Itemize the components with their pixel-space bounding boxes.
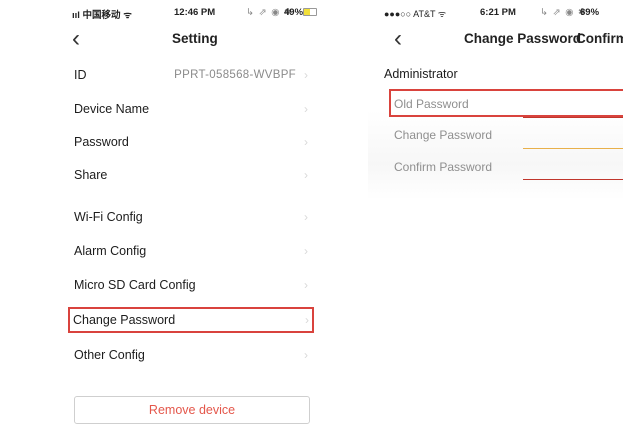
row-label: Device Name bbox=[74, 102, 150, 116]
back-chevron-icon[interactable]: ‹ bbox=[72, 25, 80, 53]
confirm-password-input[interactable] bbox=[523, 179, 623, 180]
row-label: ID bbox=[74, 68, 87, 82]
row-label: Password bbox=[74, 135, 129, 149]
settings-row-wifi-config[interactable]: Wi-Fi Config › bbox=[68, 204, 314, 232]
status-bar: ııl 中国移动 ᯤ 12:46 PM ↳ ⇗ ◉ ✱ 49% bbox=[0, 7, 330, 21]
device-id-value: PPRT-058568-WVBPF bbox=[174, 69, 296, 81]
battery-percent: 49% bbox=[284, 7, 304, 18]
old-password-label: Old Password bbox=[394, 97, 469, 111]
chevron-right-icon: › bbox=[304, 210, 308, 224]
settings-row-device-name[interactable]: Device Name › bbox=[68, 96, 314, 124]
chevron-right-icon: › bbox=[304, 168, 308, 182]
status-bar: ●●●○○ AT&T ᯤ 6:21 PM ↳ ⇗ ◉ ✱ 69% bbox=[368, 7, 623, 21]
row-label: Change Password bbox=[73, 313, 176, 327]
chevron-right-icon: › bbox=[304, 348, 308, 362]
carrier-label: ●●●○○ AT&T ᯤ bbox=[384, 9, 447, 19]
chevron-right-icon: › bbox=[305, 313, 309, 327]
change-password-input[interactable] bbox=[523, 148, 623, 149]
status-time: 6:21 PM bbox=[480, 7, 516, 18]
nav-bar: ‹ Change Password Confirm bbox=[368, 25, 623, 55]
chevron-right-icon: › bbox=[304, 244, 308, 258]
chevron-right-icon: › bbox=[304, 68, 308, 82]
old-password-input[interactable] bbox=[523, 117, 623, 118]
settings-row-password[interactable]: Password › bbox=[68, 129, 314, 157]
back-chevron-icon[interactable]: ‹ bbox=[394, 25, 402, 53]
row-label: Other Config bbox=[74, 348, 145, 362]
battery-percent: 69% bbox=[580, 7, 600, 18]
settings-screen: ııl 中国移动 ᯤ 12:46 PM ↳ ⇗ ◉ ✱ 49% ‹ Settin… bbox=[0, 0, 330, 445]
remove-device-button[interactable]: Remove device bbox=[74, 396, 310, 424]
nav-bar: ‹ Setting bbox=[0, 25, 330, 55]
settings-row-other-config[interactable]: Other Config › bbox=[68, 342, 314, 370]
settings-row-id[interactable]: ID PPRT-058568-WVBPF › bbox=[68, 62, 314, 90]
carrier-label: ııl 中国移动 ᯤ bbox=[72, 10, 132, 21]
chevron-right-icon: › bbox=[304, 278, 308, 292]
confirm-button[interactable]: Confirm bbox=[576, 31, 623, 46]
row-label: Share bbox=[74, 168, 108, 182]
row-label: Wi-Fi Config bbox=[74, 210, 143, 224]
change-password-screen: ●●●○○ AT&T ᯤ 6:21 PM ↳ ⇗ ◉ ✱ 69% ‹ Chang… bbox=[368, 0, 623, 445]
settings-row-alarm-config[interactable]: Alarm Config › bbox=[68, 238, 314, 266]
status-time: 12:46 PM bbox=[174, 7, 216, 18]
change-password-label: Change Password bbox=[394, 128, 493, 142]
settings-row-sd-card-config[interactable]: Micro SD Card Config › bbox=[68, 272, 314, 300]
settings-row-share[interactable]: Share › bbox=[68, 162, 314, 190]
background-shade bbox=[368, 110, 623, 200]
row-label: Alarm Config bbox=[74, 244, 147, 258]
row-label: Micro SD Card Config bbox=[74, 278, 196, 292]
page-title: Setting bbox=[172, 31, 218, 46]
section-title: Administrator bbox=[384, 67, 458, 81]
chevron-right-icon: › bbox=[304, 135, 308, 149]
chevron-right-icon: › bbox=[304, 102, 308, 116]
settings-row-change-password[interactable]: Change Password › bbox=[68, 307, 314, 333]
confirm-password-label: Confirm Password bbox=[394, 160, 493, 174]
page-title: Change Password bbox=[464, 31, 582, 46]
battery-icon bbox=[303, 8, 317, 16]
